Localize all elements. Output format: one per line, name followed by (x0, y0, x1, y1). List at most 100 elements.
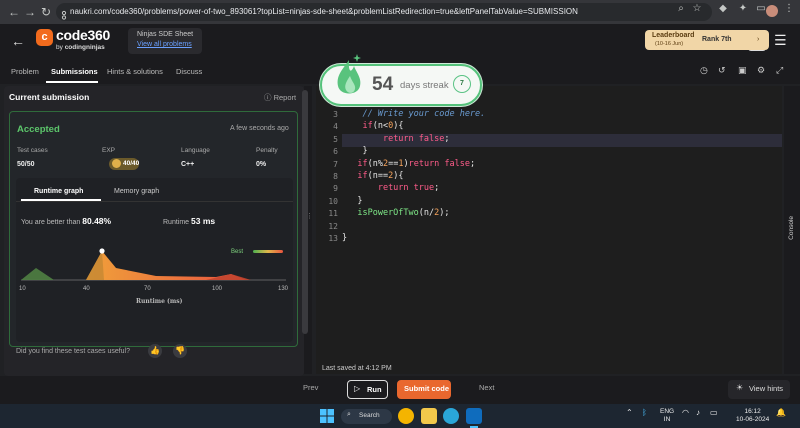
address-bar[interactable]: naukri.com/code360/problems/power-of-two… (56, 3, 712, 21)
layout-icon[interactable]: ▣ (738, 65, 747, 76)
exp-coin-icon (112, 159, 121, 168)
bookmark-star-icon[interactable]: ☆ (690, 1, 704, 17)
stat-label-test-cases: Test cases (17, 147, 48, 154)
line-number: 11 (328, 209, 338, 219)
current-submission-title: Current submission (9, 92, 90, 102)
reset-icon[interactable]: ↺ (718, 65, 726, 76)
extension-color-icon[interactable]: ◆ (716, 1, 730, 17)
streak-week-badge: 7 (453, 75, 471, 93)
x-axis-title: Runtime (ms) (136, 298, 183, 305)
settings-gear-icon[interactable]: ⚙ (757, 65, 765, 76)
tab-problem[interactable]: Problem (11, 67, 39, 76)
clock[interactable]: 16:12 10-06-2024 (736, 408, 769, 424)
thumbs-down-icon[interactable]: 👎 (173, 344, 187, 358)
result-card: Accepted A few seconds ago Test cases 50… (9, 111, 298, 358)
store-icon[interactable] (466, 408, 482, 424)
line-number: 6 (333, 147, 338, 157)
back-icon[interactable]: ← (6, 4, 22, 20)
view-hints-button[interactable]: ☀ View hints (728, 380, 790, 399)
leaderboard-card[interactable]: Leaderboard (10-16 Jun) Rank 7th › (645, 30, 769, 50)
bottom-action-bar: Prev ▷ Run Submit code Next ☀ View hints (0, 376, 800, 404)
x-tick: 130 (278, 286, 289, 292)
last-saved-text: Last saved at 4:12 PM (322, 365, 392, 372)
tab-discuss[interactable]: Discuss (176, 67, 202, 76)
streak-popup: 54 days streak 7 (320, 54, 482, 106)
graph-tab-divider (16, 201, 293, 202)
prev-button[interactable]: Prev (303, 383, 318, 392)
windows-taskbar: ⌕ Search ⌃ ᛒ ENG IN ◠ ♪ ▭ 16:12 10-06-2024… (0, 404, 800, 428)
file-explorer-icon[interactable] (421, 408, 437, 424)
back-arrow-icon[interactable]: ← (10, 33, 26, 49)
profile-avatar[interactable] (766, 5, 778, 17)
tab-hints-solutions[interactable]: Hints & solutions (107, 67, 163, 76)
line-number: 7 (333, 159, 338, 169)
line-number: 10 (328, 196, 338, 206)
timer-icon[interactable]: ◷ (700, 65, 708, 76)
code-line[interactable]: if(n%2==1)return false; (342, 159, 475, 169)
x-tick: 100 (212, 286, 223, 292)
tab-submissions[interactable]: Submissions (51, 67, 98, 76)
report-button[interactable]: ⓘ Report (264, 92, 296, 103)
hamburger-menu-icon[interactable]: ☰ (774, 32, 787, 49)
code-editor[interactable]: 3 // Write your code here. 4 if(n<0){5 re… (316, 86, 782, 374)
windows-start-icon[interactable] (320, 409, 334, 423)
forward-icon[interactable]: → (22, 4, 38, 20)
code-line[interactable]: } (342, 146, 367, 156)
bluetooth-icon[interactable]: ᛒ (642, 408, 647, 417)
language-indicator[interactable]: ENG IN (660, 408, 674, 424)
lightbulb-icon: ☀ (736, 383, 744, 392)
code-line[interactable]: return true; (342, 183, 439, 193)
tab-memory-graph[interactable]: Memory graph (114, 188, 159, 195)
submit-code-button[interactable]: Submit code (397, 380, 451, 399)
best-legend-bar (253, 250, 283, 253)
taskbar-search[interactable]: ⌕ Search (341, 409, 392, 424)
code-line[interactable]: isPowerOfTwo(n/2); (342, 208, 449, 218)
menu-kebab-icon[interactable]: ⋮ (782, 1, 796, 17)
console-label: Console (788, 216, 795, 240)
notification-bell-icon[interactable]: 🔔 (776, 408, 786, 417)
line-number: 8 (333, 172, 338, 181)
exp-badge: 40/40 (109, 158, 139, 170)
battery-icon[interactable]: ▭ (710, 408, 718, 417)
your-runtime-marker (99, 248, 105, 254)
stat-value-penalty: 0% (256, 161, 267, 168)
console-panel-toggle[interactable]: Console (784, 86, 800, 374)
view-all-problems-link[interactable]: View all problems (137, 41, 192, 48)
fullscreen-icon[interactable]: ⤢ (776, 65, 783, 76)
play-icon: ▷ (354, 384, 361, 393)
thumbs-up-icon[interactable]: 👍 (148, 344, 162, 358)
stat-label-language: Language (181, 147, 210, 154)
stat-value-test-cases: 50/50 (17, 161, 35, 168)
code-line[interactable]: } (342, 196, 362, 206)
logo-wordmark[interactable]: code360 (56, 27, 110, 43)
chrome-icon[interactable] (398, 408, 414, 424)
code-line[interactable]: // Write your code here. (342, 109, 485, 119)
run-button[interactable]: ▷ Run (347, 380, 388, 399)
browser-toolbar: ← → ↻ naukri.com/code360/problems/power-… (0, 0, 800, 24)
zoom-icon[interactable]: ⌕ (674, 1, 688, 17)
search-icon: ⌕ (347, 411, 351, 418)
stat-label-exp: EXP (102, 147, 116, 154)
left-scrollbar[interactable] (302, 90, 308, 334)
code-line[interactable]: if(n<0){ (342, 121, 403, 131)
extensions-puzzle-icon[interactable]: ✦ (736, 1, 750, 17)
reload-icon[interactable]: ↻ (38, 4, 54, 20)
code-line[interactable]: } (342, 233, 347, 243)
tab-runtime-graph[interactable]: Runtime graph (34, 188, 83, 195)
code360-logo-icon[interactable]: c (36, 29, 53, 46)
volume-icon[interactable]: ♪ (696, 408, 700, 417)
site-info-icon[interactable] (60, 7, 68, 20)
runtime-graph-box: Runtime graph Memory graph You are bette… (16, 178, 293, 342)
submission-panel: Current submission ⓘ Report Accepted A f… (4, 86, 304, 376)
stat-value-language: C++ (181, 161, 195, 168)
code-line[interactable]: return false; (342, 134, 450, 144)
edge-icon[interactable] (443, 408, 459, 424)
code-line[interactable]: if(n==2){ (342, 171, 403, 181)
stat-label-penalty: Penalty (256, 147, 278, 154)
area-low (21, 268, 54, 280)
wifi-icon[interactable]: ◠ (682, 408, 689, 417)
best-legend-label: Best (231, 249, 243, 255)
tray-chevron-icon[interactable]: ⌃ (626, 408, 633, 417)
line-number: 3 (333, 110, 338, 119)
next-button[interactable]: Next (479, 383, 494, 392)
